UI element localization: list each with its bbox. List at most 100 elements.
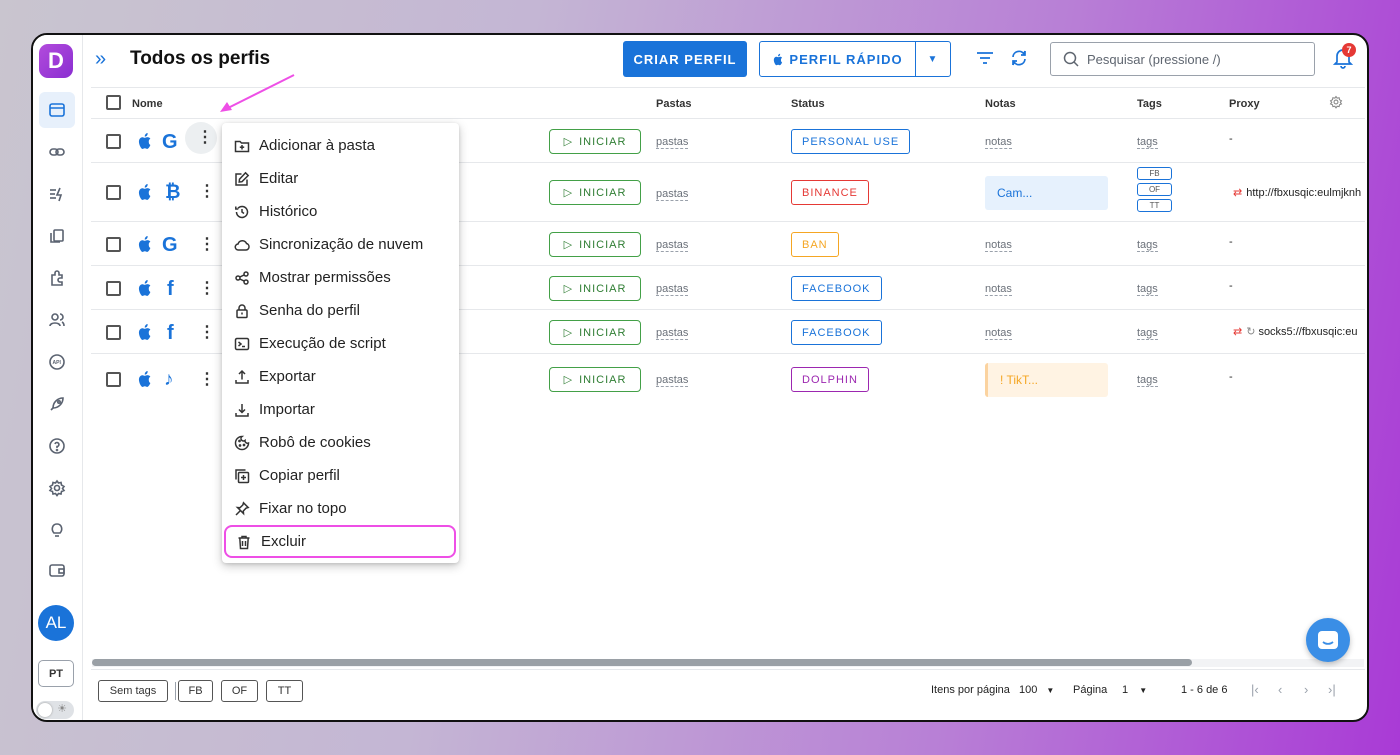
status-badge[interactable]: DOLPHIN — [791, 367, 869, 392]
quick-profile-main[interactable]: PERFIL RÁPIDO — [760, 42, 916, 76]
row-menu-icon[interactable]: ⋮ — [199, 234, 215, 254]
note-card[interactable]: ! TikT... — [985, 363, 1108, 397]
column-proxy[interactable]: Proxy — [1229, 98, 1260, 110]
app-logo[interactable]: D — [39, 44, 73, 78]
quick-profile-button[interactable]: PERFIL RÁPIDO ▼ — [759, 41, 951, 77]
note-card[interactable]: Cam... — [985, 176, 1108, 210]
tags-link[interactable]: tags — [1137, 374, 1158, 387]
tag-filter-tt[interactable]: TT — [266, 680, 303, 702]
menu-item-cloud-sync[interactable]: Sincronização de nuvem — [222, 228, 459, 261]
extension-icon[interactable] — [39, 260, 75, 296]
notes-link[interactable]: notas — [985, 239, 1012, 252]
language-switch[interactable]: PT — [38, 660, 74, 687]
row-checkbox[interactable] — [106, 281, 121, 296]
create-profile-button[interactable]: CRIAR PERFIL — [623, 41, 747, 77]
column-tags[interactable]: Tags — [1137, 98, 1162, 110]
link-icon[interactable] — [39, 134, 75, 170]
rocket-icon[interactable] — [39, 386, 75, 422]
start-button[interactable]: ▷ INICIAR — [549, 276, 641, 301]
notes-link[interactable]: notas — [985, 283, 1012, 296]
menu-item-script[interactable]: Execução de script — [222, 327, 459, 360]
filter-icon[interactable] — [975, 49, 995, 72]
items-per-page-select[interactable]: 100 ▼ — [1019, 684, 1054, 696]
tags-link[interactable]: tags — [1137, 136, 1158, 149]
column-settings-icon[interactable] — [1329, 95, 1343, 109]
help-icon[interactable] — [39, 428, 75, 464]
folders-link[interactable]: pastas — [656, 239, 689, 252]
wallet-icon[interactable] — [39, 552, 75, 588]
row-menu-icon[interactable]: ⋮ — [199, 181, 215, 201]
start-button[interactable]: ▷ INICIAR — [549, 367, 641, 392]
status-badge[interactable]: BINANCE — [791, 180, 869, 205]
menu-item-edit[interactable]: Editar — [222, 162, 459, 195]
menu-item-history[interactable]: Histórico — [222, 195, 459, 228]
next-page-icon[interactable]: › — [1304, 682, 1308, 697]
status-badge[interactable]: PERSONAL USE — [791, 129, 911, 154]
folders-link[interactable]: pastas — [656, 136, 689, 149]
tag-filter-none[interactable]: Sem tags — [98, 680, 168, 702]
search-input[interactable]: Pesquisar (pressione /) — [1050, 42, 1315, 76]
menu-item-add-to-folder[interactable]: Adicionar à pasta — [222, 129, 459, 162]
menu-item-pin-top[interactable]: Fixar no topo — [222, 492, 459, 525]
row-checkbox[interactable] — [106, 325, 121, 340]
row-checkbox[interactable] — [106, 237, 121, 252]
avatar[interactable]: AL — [38, 605, 74, 641]
row-checkbox[interactable] — [106, 185, 121, 200]
menu-item-profile-password[interactable]: Senha do perfil — [222, 294, 459, 327]
caret-down-icon[interactable]: ▼ — [916, 42, 950, 76]
folders-link[interactable]: pastas — [656, 327, 689, 340]
row-checkbox[interactable] — [106, 134, 121, 149]
column-nome[interactable]: Nome — [132, 98, 163, 110]
column-status[interactable]: Status — [791, 98, 825, 110]
tags-link[interactable]: tags — [1137, 327, 1158, 340]
folders-link[interactable]: pastas — [656, 188, 689, 201]
tag-filter-fb[interactable]: FB — [178, 680, 213, 702]
lightbulb-icon[interactable] — [39, 512, 75, 548]
row-menu-icon[interactable]: ⋮ — [197, 127, 213, 147]
last-page-icon[interactable]: ›| — [1328, 682, 1336, 697]
theme-toggle[interactable]: ☀ — [36, 701, 74, 719]
menu-item-import[interactable]: Importar — [222, 393, 459, 426]
notes-link[interactable]: notas — [985, 136, 1012, 149]
column-pastas[interactable]: Pastas — [656, 98, 691, 110]
menu-item-permissions[interactable]: Mostrar permissões — [222, 261, 459, 294]
row-menu-icon[interactable]: ⋮ — [199, 369, 215, 389]
copy-icon[interactable] — [39, 218, 75, 254]
tag-chip[interactable]: FB — [1137, 167, 1172, 180]
select-all-checkbox[interactable] — [106, 95, 121, 110]
page-select[interactable]: 1 ▼ — [1122, 684, 1147, 696]
status-badge[interactable]: FACEBOOK — [791, 320, 882, 345]
automation-icon[interactable] — [39, 176, 75, 212]
settings-icon[interactable] — [39, 470, 75, 506]
chat-support-button[interactable] — [1306, 618, 1350, 662]
start-button[interactable]: ▷ INICIAR — [549, 320, 641, 345]
users-icon[interactable] — [39, 302, 75, 338]
tags-link[interactable]: tags — [1137, 239, 1158, 252]
column-notas[interactable]: Notas — [985, 98, 1016, 110]
browser-icon[interactable] — [39, 92, 75, 128]
menu-item-copy-profile[interactable]: Copiar perfil — [222, 459, 459, 492]
menu-item-delete[interactable]: Excluir — [224, 525, 456, 558]
tag-filter-of[interactable]: OF — [221, 680, 258, 702]
menu-item-cookie-robot[interactable]: Robô de cookies — [222, 426, 459, 459]
status-badge[interactable]: BAN — [791, 232, 839, 257]
folders-link[interactable]: pastas — [656, 374, 689, 387]
status-badge[interactable]: FACEBOOK — [791, 276, 882, 301]
folders-link[interactable]: pastas — [656, 283, 689, 296]
row-menu-icon[interactable]: ⋮ — [199, 322, 215, 342]
row-menu-icon[interactable]: ⋮ — [199, 278, 215, 298]
expand-sidebar-icon[interactable]: » — [95, 48, 106, 71]
tag-chip[interactable]: OF — [1137, 183, 1172, 196]
notes-link[interactable]: notas — [985, 327, 1012, 340]
first-page-icon[interactable]: |‹ — [1251, 682, 1259, 697]
row-checkbox[interactable] — [106, 372, 121, 387]
tags-link[interactable]: tags — [1137, 283, 1158, 296]
tag-chip[interactable]: TT — [1137, 199, 1172, 212]
prev-page-icon[interactable]: ‹ — [1278, 682, 1282, 697]
start-button[interactable]: ▷ INICIAR — [549, 129, 641, 154]
scrollbar-thumb[interactable] — [92, 659, 1192, 666]
start-button[interactable]: ▷ INICIAR — [549, 232, 641, 257]
start-button[interactable]: ▷ INICIAR — [549, 180, 641, 205]
api-icon[interactable]: API — [39, 344, 75, 380]
menu-item-export[interactable]: Exportar — [222, 360, 459, 393]
